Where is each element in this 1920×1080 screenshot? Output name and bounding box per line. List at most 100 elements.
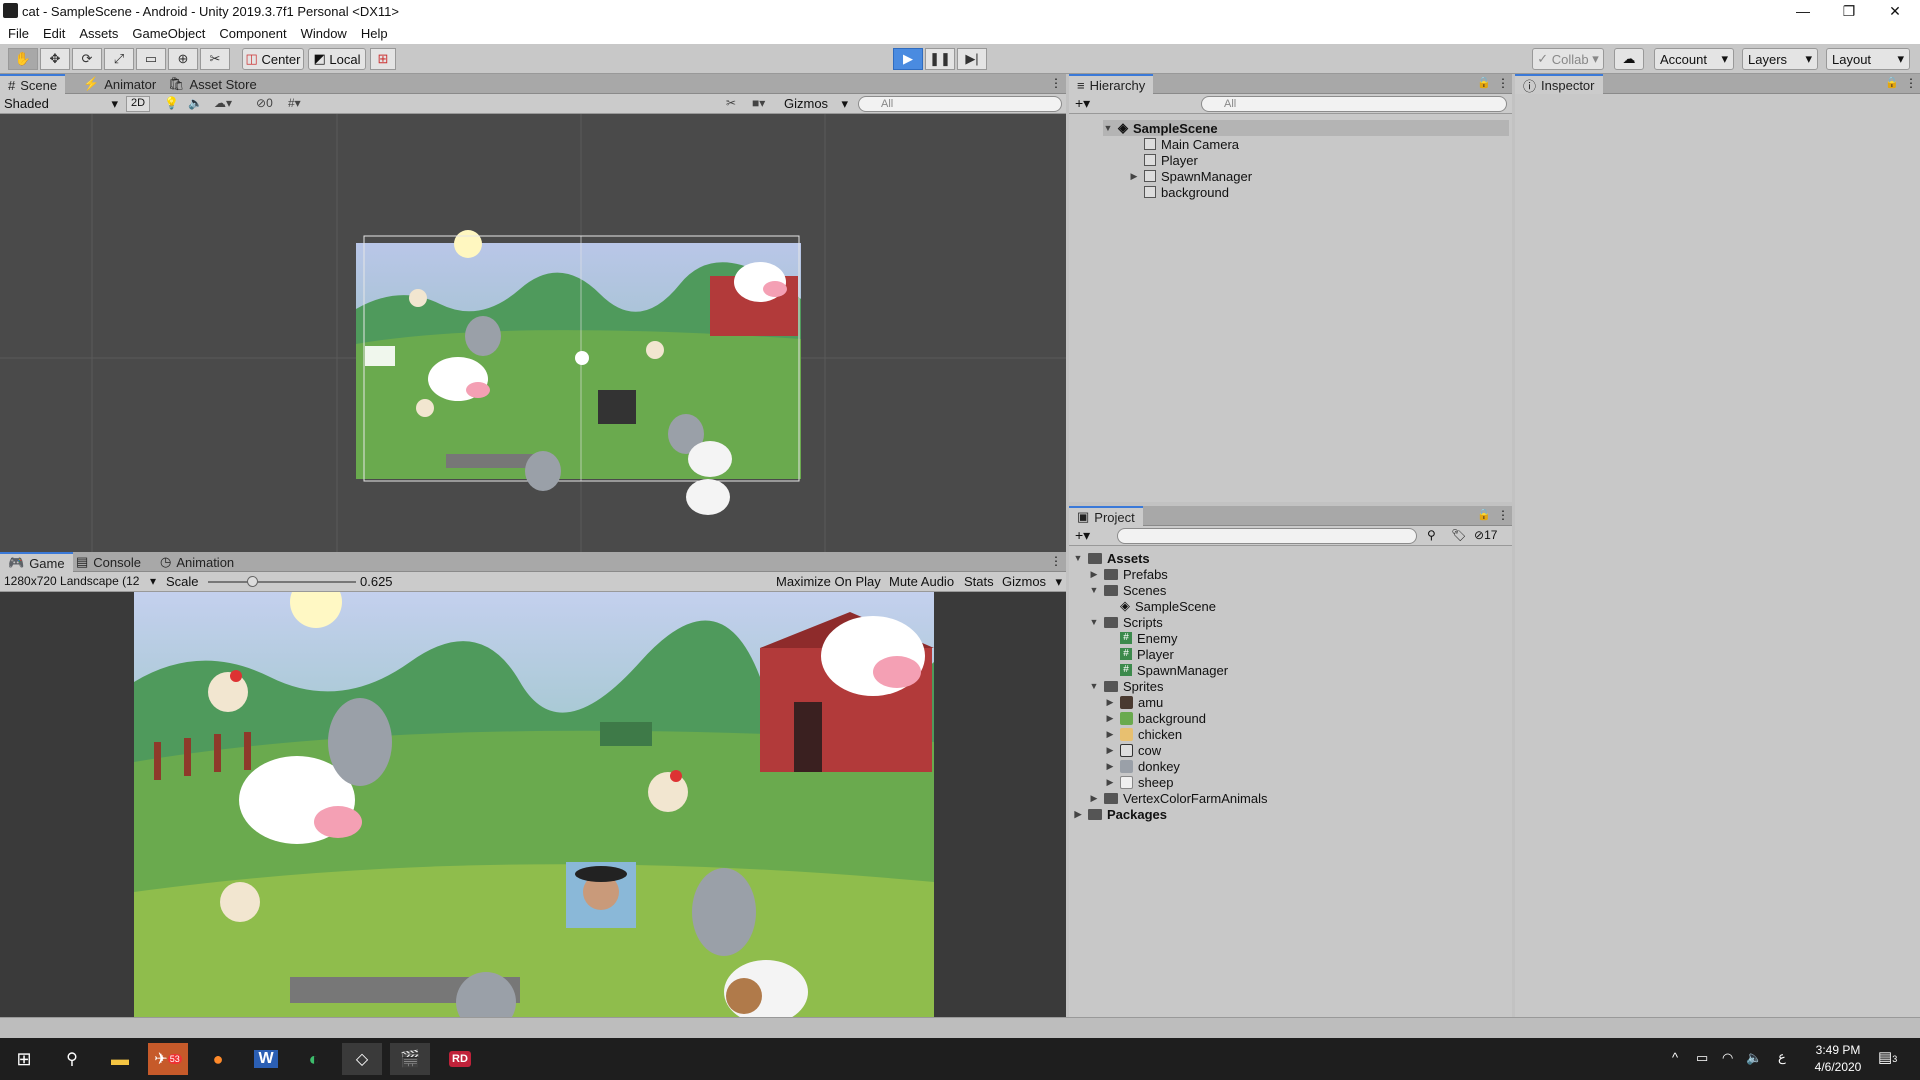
clock-date[interactable]: 4/6/2020: [1806, 1060, 1870, 1074]
asset-sprite-sheep[interactable]: ▶ sheep: [1105, 774, 1174, 790]
folder-assets[interactable]: ▼ Assets: [1073, 550, 1150, 566]
volume-icon[interactable]: 🔈: [1746, 1050, 1762, 1066]
transform-tool-icon[interactable]: ⊕: [168, 48, 198, 70]
game-gizmos-dropdown[interactable]: Gizmos ▾: [1002, 574, 1062, 590]
tools-icon[interactable]: ✂: [726, 96, 736, 110]
notification-center-icon[interactable]: ▤3: [1878, 1048, 1897, 1066]
menu-window[interactable]: Window: [301, 26, 347, 41]
layout-dropdown[interactable]: Layout ▾: [1826, 48, 1910, 70]
filter-type-icon[interactable]: ⚲: [1427, 528, 1436, 542]
tab-inspector[interactable]: ⓘ Inspector: [1515, 74, 1603, 94]
asset-script-player[interactable]: # Player: [1105, 646, 1174, 662]
folder-sprites[interactable]: ▼ Sprites: [1089, 678, 1164, 694]
language-indicator[interactable]: ع: [1778, 1049, 1786, 1065]
scene-search-input[interactable]: All: [858, 96, 1062, 112]
tab-scene[interactable]: # Scene: [0, 74, 66, 94]
menu-assets[interactable]: Assets: [79, 26, 118, 41]
inspector-lock-icon[interactable]: 🔒: [1885, 76, 1899, 89]
wifi-icon[interactable]: ◠: [1722, 1050, 1733, 1066]
resolution-dropdown[interactable]: 1280x720 Landscape (12 ▾: [4, 574, 156, 588]
asset-sprite-background[interactable]: ▶ background: [1105, 710, 1206, 726]
game-panel-menu-icon[interactable]: ⋮: [1050, 554, 1062, 568]
play-button[interactable]: ▶: [893, 48, 923, 70]
tray-chevron-icon[interactable]: ^: [1672, 1050, 1678, 1065]
scale-slider[interactable]: [208, 576, 356, 587]
hierarchy-menu-icon[interactable]: ⋮: [1497, 76, 1509, 90]
camera-icon[interactable]: ■▾: [752, 96, 765, 110]
hierarchy-item-player[interactable]: Player: [1129, 152, 1198, 168]
asset-sprite-donkey[interactable]: ▶ donkey: [1105, 758, 1180, 774]
collab-button[interactable]: ✓ Collab ▾: [1532, 48, 1604, 70]
panel-menu-icon[interactable]: ⋮: [1050, 76, 1062, 90]
grid-icon[interactable]: #▾: [288, 96, 301, 110]
tab-hierarchy[interactable]: ≡ Hierarchy: [1069, 74, 1154, 94]
layers-dropdown[interactable]: Layers ▾: [1742, 48, 1818, 70]
hand-tool-icon[interactable]: ✋: [8, 48, 38, 70]
lighting-icon[interactable]: 💡: [164, 96, 179, 110]
hierarchy-item-spawnmanager[interactable]: ▶ SpawnManager: [1129, 168, 1253, 184]
folder-packages[interactable]: ▶ Packages: [1073, 806, 1167, 822]
project-lock-icon[interactable]: 🔒: [1477, 508, 1491, 521]
telegram-icon[interactable]: ✈ 53: [148, 1043, 188, 1075]
pivot-local-button[interactable]: ◩ Local: [308, 48, 366, 70]
account-dropdown[interactable]: Account ▾: [1654, 48, 1734, 70]
effects-icon[interactable]: ☁▾: [214, 96, 232, 110]
game-view[interactable]: [0, 592, 1066, 1017]
menu-gameobject[interactable]: GameObject: [132, 26, 205, 41]
scene-viewport[interactable]: [0, 114, 1066, 552]
tab-animation[interactable]: ◷ Animation: [152, 552, 242, 572]
hidden-objects-icon[interactable]: ⊘0: [256, 96, 273, 110]
close-button[interactable]: ✕: [1872, 0, 1918, 22]
edge-icon[interactable]: ◐: [294, 1043, 334, 1075]
asset-sprite-cow[interactable]: ▶ cow: [1105, 742, 1162, 758]
folder-scripts[interactable]: ▼ Scripts: [1089, 614, 1163, 630]
asset-sprite-chicken[interactable]: ▶ chicken: [1105, 726, 1183, 742]
collapsed-arrow-icon[interactable]: ▶: [1129, 171, 1139, 182]
folder-vertexcolorfarmanimals[interactable]: ▶ VertexColorFarmAnimals: [1089, 790, 1268, 806]
file-explorer-icon[interactable]: ▬: [100, 1043, 140, 1075]
step-button[interactable]: ▶|: [957, 48, 987, 70]
move-tool-icon[interactable]: ✥: [40, 48, 70, 70]
hierarchy-scene-row[interactable]: ▼ ◈ SampleScene: [1103, 120, 1509, 136]
minimize-button[interactable]: —: [1780, 0, 1826, 22]
project-create-icon[interactable]: +▾: [1075, 527, 1090, 544]
tab-animator[interactable]: ⚡ Animator: [75, 74, 164, 94]
rider-icon[interactable]: RD: [440, 1043, 480, 1075]
scale-tool-icon[interactable]: ⤢: [104, 48, 134, 70]
mute-audio-toggle[interactable]: Mute Audio: [889, 574, 954, 589]
asset-sprite-amu[interactable]: ▶ amu: [1105, 694, 1164, 710]
search-icon[interactable]: ⚲: [52, 1043, 92, 1075]
pause-button[interactable]: ❚❚: [925, 48, 955, 70]
asset-samplescene[interactable]: ◈ SampleScene: [1105, 598, 1216, 614]
clapper-icon[interactable]: 🎬: [390, 1043, 430, 1075]
scene-gizmos-dropdown[interactable]: Gizmos ▾: [784, 96, 848, 112]
cloud-icon[interactable]: ☁: [1614, 48, 1644, 70]
rect-tool-icon[interactable]: ▭: [136, 48, 166, 70]
filter-label-icon[interactable]: 🏷: [1451, 528, 1466, 542]
tab-project[interactable]: ▣ Project: [1069, 506, 1143, 526]
stats-toggle[interactable]: Stats: [964, 574, 994, 589]
create-plus-icon[interactable]: +▾: [1075, 95, 1090, 112]
project-search-input[interactable]: [1117, 528, 1417, 544]
lock-icon[interactable]: 🔒: [1477, 76, 1491, 89]
hierarchy-item-background[interactable]: background: [1129, 184, 1229, 200]
hierarchy-item-main-camera[interactable]: Main Camera: [1129, 136, 1239, 152]
firefox-icon[interactable]: ●: [198, 1043, 238, 1075]
menu-component[interactable]: Component: [219, 26, 286, 41]
2d-toggle[interactable]: 2D: [126, 96, 150, 112]
tab-console[interactable]: ▤ Console: [68, 552, 149, 572]
unity-icon[interactable]: ◇: [342, 1043, 382, 1075]
maximize-on-play-toggle[interactable]: Maximize On Play: [776, 574, 881, 589]
audio-icon[interactable]: 🔈: [188, 96, 203, 110]
scale-slider-knob[interactable]: [247, 576, 259, 587]
folder-scenes[interactable]: ▼ Scenes: [1089, 582, 1167, 598]
pivot-center-button[interactable]: ◫ Center: [242, 48, 304, 70]
battery-icon[interactable]: ▭: [1696, 1050, 1708, 1066]
custom-tool-icon[interactable]: ✂: [200, 48, 230, 70]
snap-icon[interactable]: ⊞: [370, 48, 396, 70]
asset-script-spawnmanager[interactable]: # SpawnManager: [1105, 662, 1228, 678]
tab-game[interactable]: 🎮 Game: [0, 552, 73, 572]
menu-help[interactable]: Help: [361, 26, 388, 41]
hidden-packages-icon[interactable]: ⊘17: [1474, 528, 1497, 542]
menu-edit[interactable]: Edit: [43, 26, 65, 41]
